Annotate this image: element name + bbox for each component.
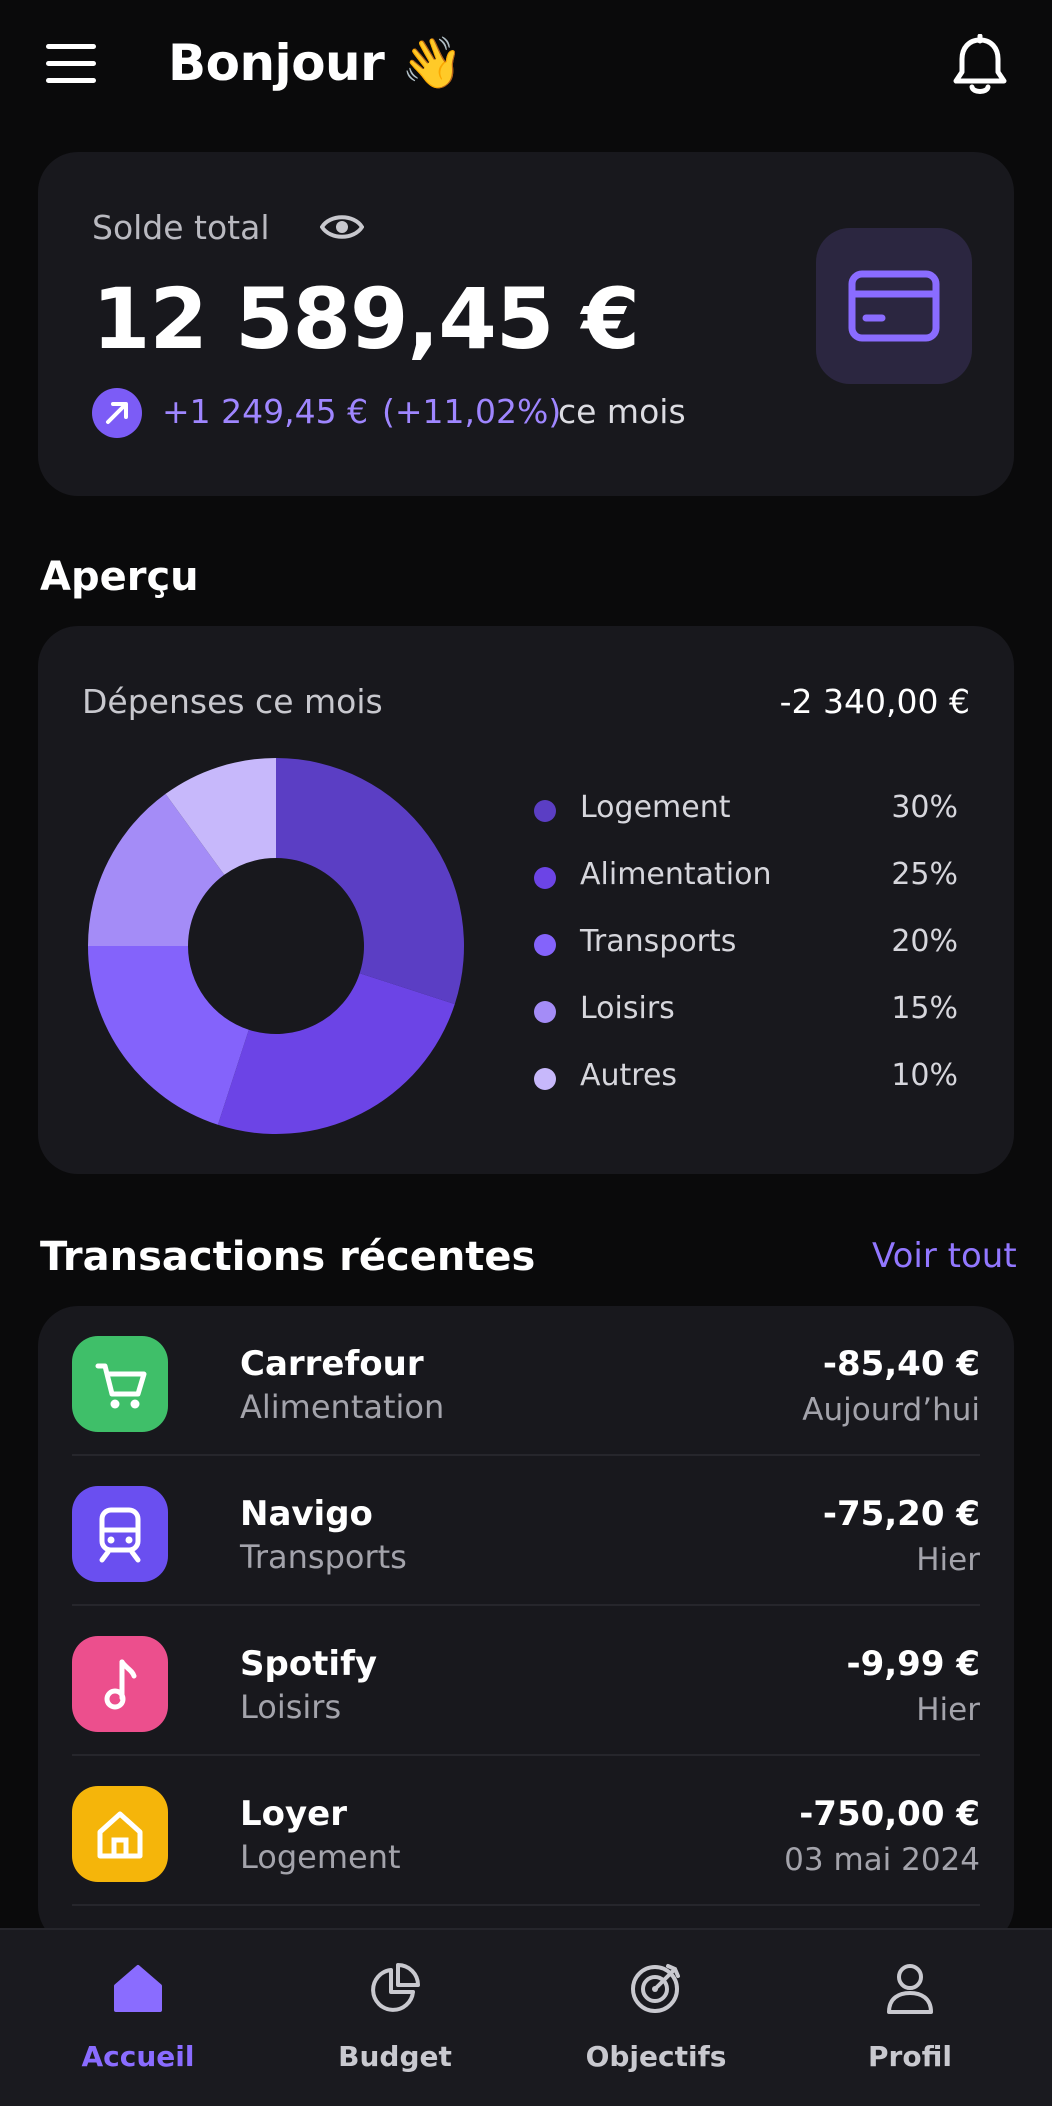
user-icon [887, 1964, 933, 2014]
legend-dot [534, 867, 556, 889]
notification-bell-icon[interactable] [950, 33, 1010, 98]
legend-dot [534, 1068, 556, 1090]
legend-dot [534, 934, 556, 956]
legend-percent: 10% [891, 1058, 958, 1093]
nav-label: Objectifs [585, 2040, 727, 2073]
transactions-section-title: Transactions récentes [40, 1234, 536, 1280]
nav-item-budget[interactable]: Budget [295, 1952, 495, 2092]
top-bar: Bonjour 👋 [0, 0, 1052, 130]
transactions-card: Carrefour Alimentation -85,40 € Aujourd’… [38, 1306, 1014, 1946]
cart-icon [72, 1336, 168, 1432]
legend-label: Transports [580, 924, 737, 959]
page-title: Bonjour 👋 [168, 34, 463, 92]
transaction-name: Spotify [240, 1644, 378, 1684]
transaction-name: Carrefour [240, 1344, 424, 1384]
donut-slice-logement [276, 758, 464, 1005]
balance-card: Solde total 12 589,45 € +1 249,45 € (+11… [38, 152, 1014, 496]
balance-amount: 12 589,45 € [92, 270, 640, 368]
see-all-link[interactable]: Voir tout [872, 1236, 1017, 1276]
transaction-row[interactable]: Navigo Transports -75,20 € Hier [72, 1456, 980, 1606]
expenses-total: -2 340,00 € [779, 682, 970, 721]
pie-chart-icon [371, 1963, 420, 2012]
overview-section-title: Aperçu [40, 554, 199, 600]
nav-label: Accueil [81, 2040, 195, 2073]
home-icon [114, 1965, 162, 2012]
transaction-row[interactable]: Spotify Loisirs -9,99 € Hier [72, 1606, 980, 1756]
balance-change-period: ce mois [558, 392, 686, 431]
legend-item: Transports 20% [534, 924, 1004, 991]
legend-item: Logement 30% [534, 790, 1004, 857]
legend-label: Autres [580, 1058, 678, 1093]
transaction-row[interactable]: Carrefour Alimentation -85,40 € Aujourd’… [72, 1306, 980, 1456]
transaction-category: Transports [240, 1538, 407, 1576]
bottom-navigation: Accueil Budget Objectifs Profil [0, 1928, 1052, 2106]
transaction-category: Loisirs [240, 1688, 342, 1726]
nav-label: Budget [338, 2040, 452, 2073]
transaction-amount: -75,20 € [822, 1494, 980, 1534]
credit-card-icon[interactable] [816, 228, 972, 384]
transaction-row[interactable]: Loyer Logement -750,00 € 03 mai 2024 [72, 1756, 980, 1906]
transaction-date: Aujourd’hui [802, 1392, 980, 1428]
home-icon [72, 1786, 168, 1882]
eye-icon[interactable] [319, 212, 365, 242]
target-icon [631, 1964, 680, 2013]
transaction-amount: -750,00 € [799, 1794, 980, 1834]
transaction-category: Alimentation [240, 1388, 445, 1426]
nav-item-objectifs[interactable]: Objectifs [556, 1952, 756, 2092]
legend-label: Alimentation [580, 857, 772, 892]
legend-item: Alimentation 25% [534, 857, 1004, 924]
transaction-name: Loyer [240, 1794, 348, 1834]
overview-card: Dépenses ce mois -2 340,00 € Logement 30%… [38, 626, 1014, 1174]
balance-change-value: +1 249,45 € [162, 392, 369, 431]
donut-slice-transports [88, 946, 249, 1125]
legend-label: Logement [580, 790, 731, 825]
nav-label: Profil [868, 2040, 952, 2073]
expenses-label: Dépenses ce mois [82, 682, 383, 721]
app-screen: Bonjour 👋 Solde total 12 589,45 € +1 249… [0, 0, 1052, 2106]
legend-dot [534, 800, 556, 822]
legend-dot [534, 1001, 556, 1023]
transaction-date: 03 mai 2024 [784, 1842, 980, 1878]
legend-percent: 30% [891, 790, 958, 825]
transaction-amount: -9,99 € [846, 1644, 981, 1684]
balance-change-percent: (+11,02%) [382, 392, 562, 431]
nav-item-profil[interactable]: Profil [810, 1952, 1010, 2092]
expenses-donut-chart [88, 758, 464, 1134]
transaction-category: Logement [240, 1838, 401, 1876]
transaction-amount: -85,40 € [822, 1344, 980, 1384]
chart-legend: Logement 30% Alimentation 25% Transports 20% L… [534, 790, 1004, 1125]
legend-percent: 25% [891, 857, 958, 892]
legend-percent: 20% [891, 924, 958, 959]
music-note-icon [72, 1636, 168, 1732]
donut-slice-alimentation [217, 973, 455, 1134]
legend-item: Autres 10% [534, 1058, 1004, 1125]
legend-item: Loisirs 15% [534, 991, 1004, 1058]
balance-label: Solde total [92, 208, 270, 247]
transaction-name: Navigo [240, 1494, 373, 1534]
transaction-date: Hier [916, 1542, 980, 1578]
nav-item-accueil[interactable]: Accueil [38, 1952, 238, 2092]
legend-percent: 15% [891, 991, 958, 1026]
menu-icon[interactable] [44, 40, 100, 88]
train-icon [72, 1486, 168, 1582]
transaction-date: Hier [916, 1692, 980, 1728]
legend-label: Loisirs [580, 991, 675, 1026]
trend-up-icon [92, 388, 142, 438]
